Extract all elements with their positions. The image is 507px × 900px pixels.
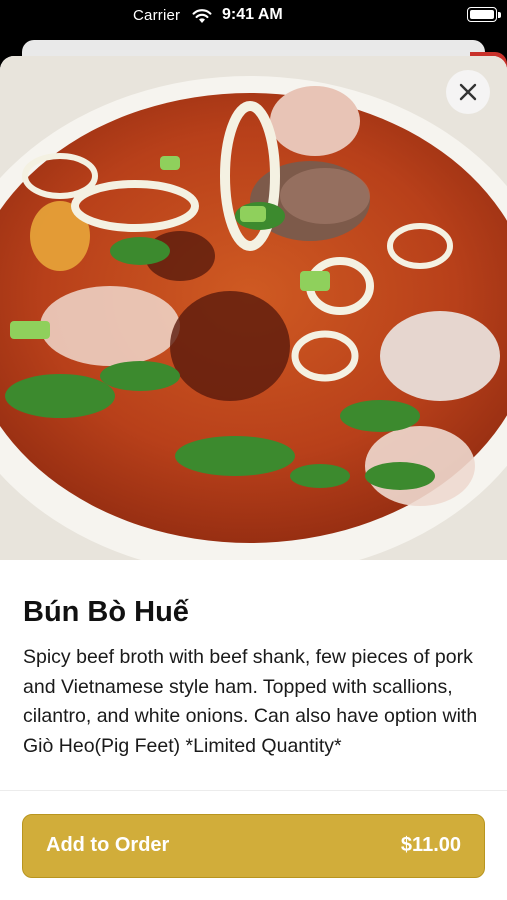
item-title: Bún Bò Huế xyxy=(23,596,189,628)
order-footer: Add to Order $11.00 xyxy=(0,790,507,900)
clock: 9:41 AM xyxy=(222,6,283,23)
add-to-order-label: Add to Order xyxy=(46,834,170,856)
item-description: Spicy beef broth with beef shank, few pi… xyxy=(23,646,478,757)
item-detail-sheet: Bún Bò Huế Spicy beef broth with beef sh… xyxy=(0,56,507,900)
carrier-label: Carrier xyxy=(133,7,181,24)
item-price: $11.00 xyxy=(400,834,461,856)
status-bar: Carrier 9:41 AM xyxy=(0,0,507,34)
wifi-icon xyxy=(192,9,212,23)
close-button[interactable] xyxy=(446,70,490,114)
add-to-order-button[interactable]: Add to Order $11.00 xyxy=(22,814,485,878)
close-icon xyxy=(459,83,477,101)
food-photo xyxy=(0,56,507,560)
battery-icon xyxy=(467,7,501,22)
